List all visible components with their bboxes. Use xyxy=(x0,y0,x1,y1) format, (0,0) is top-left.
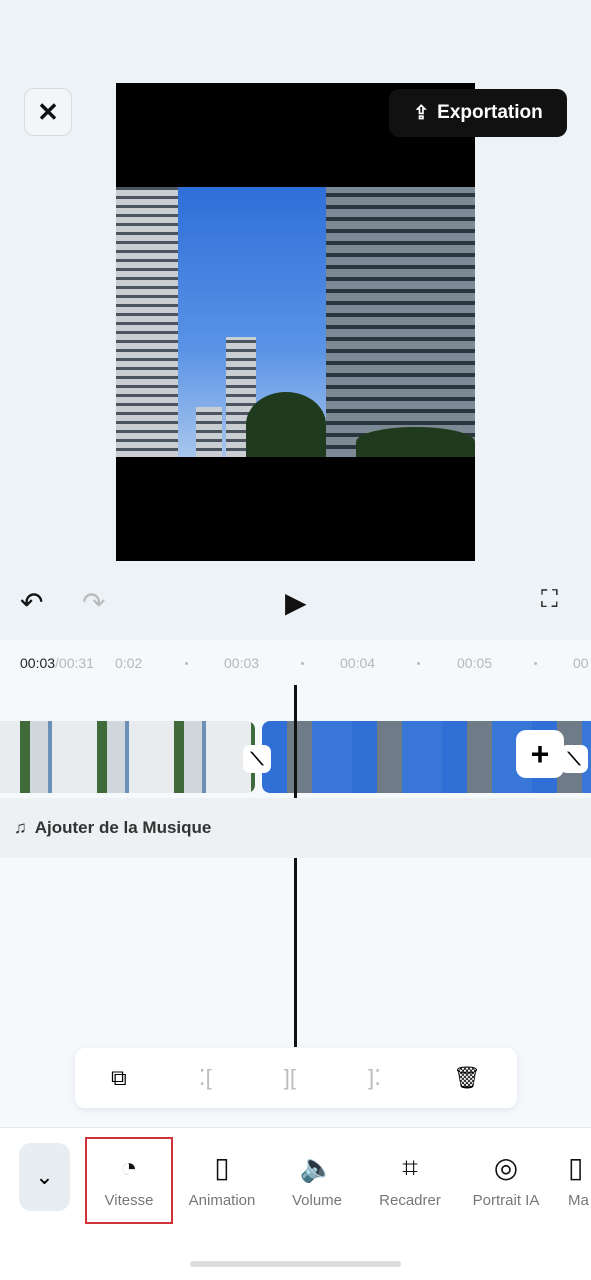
undo-icon[interactable]: ↶ xyxy=(20,586,43,619)
tool-mask[interactable]: ▯ Ma xyxy=(568,1137,591,1224)
split-right-icon[interactable]: ]⁚ xyxy=(368,1065,381,1091)
tick: 00 xyxy=(573,655,589,671)
crop-icon: ⌗ xyxy=(402,1152,418,1183)
add-clip-button[interactable]: + xyxy=(516,730,564,778)
portrait-icon: ◎ xyxy=(493,1152,519,1183)
close-button[interactable]: ✕ xyxy=(24,88,72,136)
delete-icon[interactable]: 🗑 xyxy=(453,1065,481,1091)
redo-icon[interactable]: ↷ xyxy=(82,586,105,619)
video-clip[interactable] xyxy=(0,721,255,793)
video-frame xyxy=(116,187,475,457)
speed-icon: ◔ xyxy=(120,1152,138,1183)
tick: 00:03 xyxy=(224,655,260,671)
edit-toolbar: ⧉ ⁚[ ][ ]⁚ 🗑 xyxy=(75,1048,517,1108)
time-readout: 00:03/00:31 xyxy=(20,655,94,671)
duplicate-icon[interactable]: ⧉ xyxy=(111,1065,127,1091)
transition-icon[interactable]: ⟍ xyxy=(560,745,588,773)
tick: 0:02 xyxy=(115,655,143,671)
tool-recadrer[interactable]: ⌗ Recadrer xyxy=(370,1137,450,1224)
fullscreen-icon[interactable]: ⛶ xyxy=(541,586,558,614)
upload-icon: ⇪ xyxy=(413,102,430,124)
music-add-icon: ♫ xyxy=(14,818,27,837)
play-icon[interactable]: ▶ xyxy=(285,586,307,619)
close-icon: ✕ xyxy=(37,96,59,127)
chevron-down-icon: ⌄ xyxy=(35,1164,54,1189)
tool-animation[interactable]: ▯ Animation xyxy=(180,1137,264,1224)
tool-vitesse[interactable]: ◔ Vitesse xyxy=(85,1137,173,1224)
add-music-button[interactable]: ♫ Ajouter de la Musique xyxy=(0,798,591,858)
animation-icon: ▯ xyxy=(214,1152,230,1183)
transition-icon[interactable]: ⟍ xyxy=(243,745,271,773)
split-icon[interactable]: ][ xyxy=(284,1065,296,1091)
playhead[interactable] xyxy=(294,685,297,1047)
export-button[interactable]: ⇪ Exportation xyxy=(389,89,567,137)
video-preview[interactable] xyxy=(116,83,475,561)
tick: 00:05 xyxy=(457,655,493,671)
tool-portrait-ia[interactable]: ◎ Portrait IA xyxy=(462,1137,550,1224)
home-indicator xyxy=(190,1261,401,1267)
collapse-button[interactable]: ⌄ xyxy=(19,1143,70,1211)
volume-icon: 🔈 xyxy=(299,1152,335,1183)
mask-icon: ▯ xyxy=(568,1152,584,1183)
tick: 00:04 xyxy=(340,655,376,671)
split-left-icon[interactable]: ⁚[ xyxy=(199,1065,212,1091)
tool-volume[interactable]: 🔈 Volume xyxy=(280,1137,354,1224)
